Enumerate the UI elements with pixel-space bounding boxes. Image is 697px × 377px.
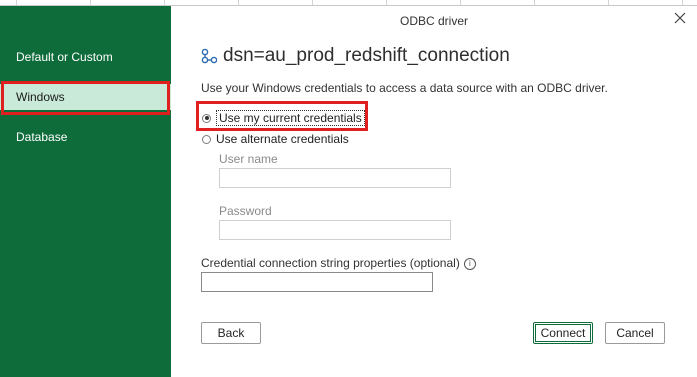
close-icon[interactable] bbox=[673, 11, 687, 25]
odbc-dialog: Default or Custom Windows Database ODBC … bbox=[0, 5, 697, 377]
radio-alternate-credentials[interactable]: Use alternate credentials bbox=[202, 132, 349, 146]
credential-props-field[interactable] bbox=[201, 272, 433, 292]
password-label: Password bbox=[219, 204, 272, 218]
password-field[interactable] bbox=[219, 220, 451, 240]
radio-current-credentials[interactable]: Use my current credentials bbox=[202, 110, 365, 126]
sidebar-item-database[interactable]: Database bbox=[0, 124, 171, 150]
connection-icon bbox=[201, 48, 217, 64]
sidebar-item-windows[interactable]: Windows bbox=[0, 84, 171, 110]
description-text: Use your Windows credentials to access a… bbox=[201, 81, 608, 95]
dialog-title: ODBC driver bbox=[399, 14, 468, 28]
info-icon[interactable]: i bbox=[463, 257, 476, 270]
radio-label: Use alternate credentials bbox=[216, 132, 349, 146]
radio-button-checked[interactable] bbox=[202, 113, 211, 123]
username-field[interactable] bbox=[219, 168, 451, 188]
credential-props-label: Credential connection string properties … bbox=[201, 256, 476, 270]
back-button[interactable]: Back bbox=[201, 322, 261, 344]
radio-label: Use my current credentials bbox=[216, 110, 365, 126]
credential-props-text: Credential connection string properties … bbox=[201, 256, 460, 270]
radio-button[interactable] bbox=[202, 134, 211, 144]
cancel-button[interactable]: Cancel bbox=[605, 322, 665, 344]
dsn-name: dsn=au_prod_redshift_connection bbox=[223, 45, 510, 66]
dsn-header: dsn=au_prod_redshift_connection bbox=[201, 44, 510, 68]
connect-button[interactable]: Connect bbox=[533, 322, 593, 344]
auth-sidebar: Default or Custom Windows Database bbox=[0, 6, 171, 377]
sidebar-item-default-or-custom[interactable]: Default or Custom bbox=[0, 44, 171, 70]
username-label: User name bbox=[219, 152, 278, 166]
